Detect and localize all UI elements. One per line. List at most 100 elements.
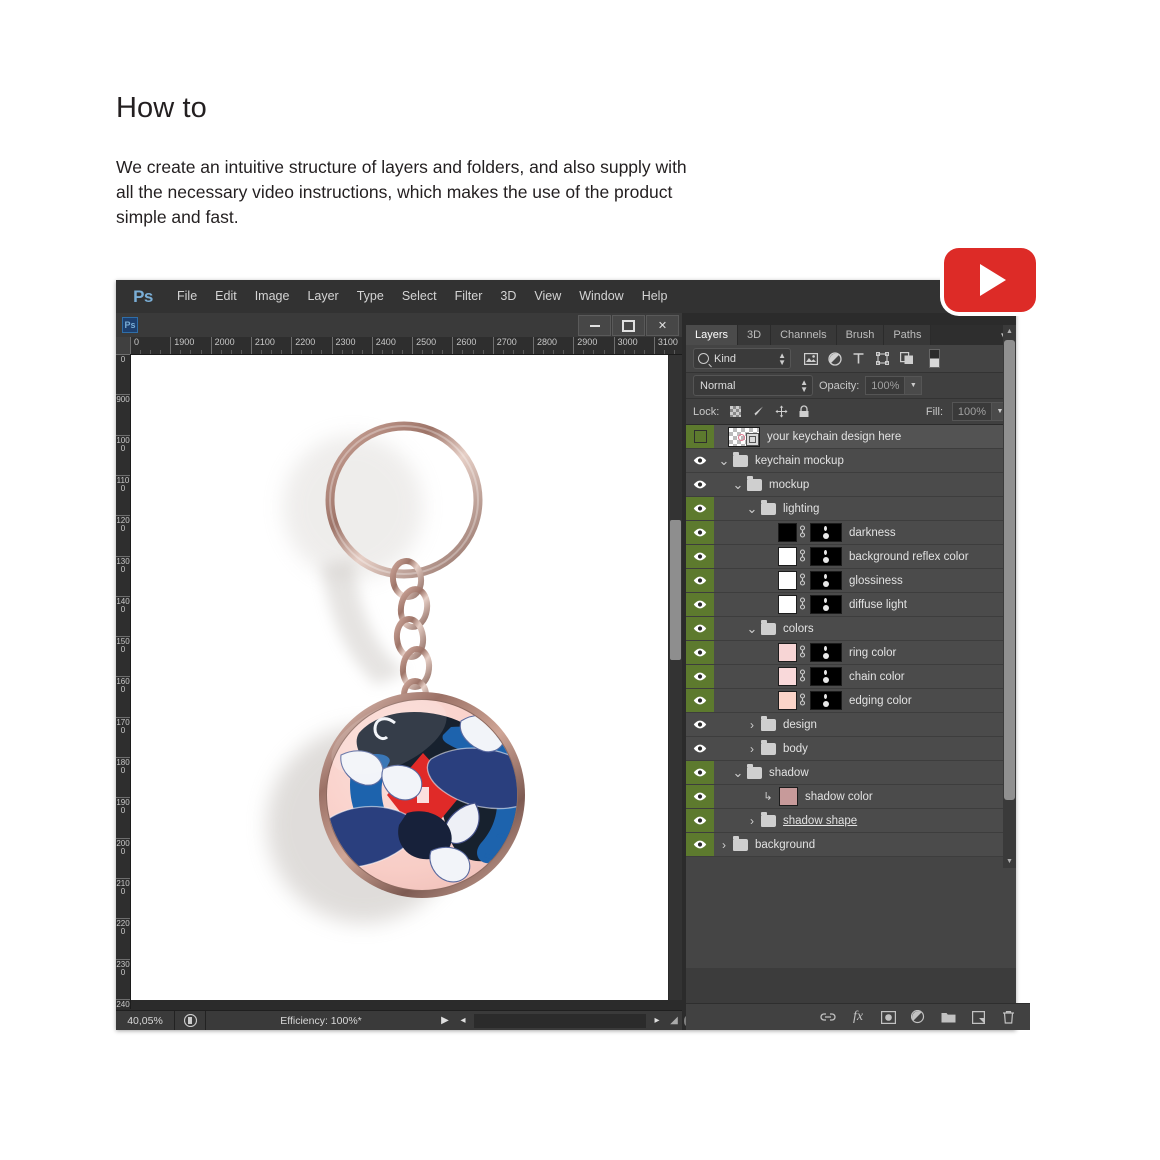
scroll-right-arrow[interactable]: ▸ xyxy=(648,1015,666,1026)
youtube-play-button[interactable] xyxy=(944,248,1036,312)
layer-row[interactable]: › background xyxy=(686,833,1016,857)
layer-color-swatch[interactable] xyxy=(779,787,798,806)
layer-color-swatch[interactable] xyxy=(778,643,797,662)
layer-visibility-toggle[interactable] xyxy=(686,689,714,712)
layer-row-body[interactable]: background reflex color xyxy=(714,545,1016,568)
menu-layer[interactable]: Layer xyxy=(298,280,347,313)
chevron-right-icon[interactable]: › xyxy=(746,742,758,756)
canvas-area[interactable] xyxy=(131,355,668,1000)
layer-visibility-toggle[interactable] xyxy=(686,713,714,736)
layer-list[interactable]: your keychain design here ⌄ keychain mocku… xyxy=(686,425,1016,968)
delete-layer-icon[interactable] xyxy=(1000,1009,1016,1025)
layer-visibility-toggle[interactable] xyxy=(686,449,714,472)
chevron-down-icon[interactable]: ⌄ xyxy=(746,622,758,635)
layer-row-body[interactable]: edging color xyxy=(714,689,1016,712)
layer-row[interactable]: ↳ shadow color xyxy=(686,785,1016,809)
layer-row-body[interactable]: ⌄ colors xyxy=(714,617,1016,640)
layer-name[interactable]: colors xyxy=(783,623,814,635)
menu-help[interactable]: Help xyxy=(633,280,677,313)
layer-row[interactable]: edging color xyxy=(686,689,1016,713)
layer-row-body[interactable]: › design xyxy=(714,713,1016,736)
scroll-left-arrow[interactable]: ◂ xyxy=(454,1015,472,1026)
lock-image-pixels-icon[interactable] xyxy=(751,405,765,419)
layer-visibility-toggle[interactable] xyxy=(686,809,714,832)
layer-mask-thumbnail[interactable] xyxy=(810,643,842,662)
layer-row-body[interactable]: ⌄ lighting xyxy=(714,497,1016,520)
layer-name[interactable]: darkness xyxy=(849,527,896,539)
menu-select[interactable]: Select xyxy=(393,280,446,313)
layer-row[interactable]: chain color xyxy=(686,665,1016,689)
layer-color-swatch[interactable] xyxy=(778,691,797,710)
layer-name[interactable]: mockup xyxy=(769,479,809,491)
menu-file[interactable]: File xyxy=(168,280,206,313)
layer-thumbnail[interactable] xyxy=(728,426,760,447)
layer-row-body[interactable]: diffuse light xyxy=(714,593,1016,616)
opacity-dropdown-icon[interactable]: ▼ xyxy=(905,376,923,395)
layer-row-body[interactable]: ⌄ mockup xyxy=(714,473,1016,496)
layer-row-body[interactable]: › shadow shape xyxy=(714,809,1016,832)
layer-visibility-toggle[interactable] xyxy=(686,593,714,616)
mask-link-icon[interactable] xyxy=(797,668,808,685)
tab-3d[interactable]: 3D xyxy=(738,325,772,345)
layer-row[interactable]: ⌄ lighting xyxy=(686,497,1016,521)
horizontal-ruler[interactable]: 0 1900 2000 2100 2200 2300 2400 2500 2600 2700 280… xyxy=(116,337,682,355)
layers-scrollbar-thumb[interactable] xyxy=(1004,340,1015,800)
chevron-right-icon[interactable]: › xyxy=(718,838,730,852)
layer-row[interactable]: ⌄ keychain mockup xyxy=(686,449,1016,473)
new-adjustment-layer-icon[interactable] xyxy=(910,1009,926,1025)
layer-visibility-toggle[interactable] xyxy=(686,569,714,592)
layer-visibility-toggle[interactable] xyxy=(686,545,714,568)
layer-name[interactable]: shadow color xyxy=(805,791,873,803)
shape-layer-filter-icon[interactable] xyxy=(875,351,890,366)
layer-name[interactable]: shadow shape xyxy=(783,815,857,827)
minimize-button[interactable] xyxy=(578,315,611,336)
chevron-right-icon[interactable]: › xyxy=(746,814,758,828)
mask-link-icon[interactable] xyxy=(797,548,808,565)
document-info-icon[interactable] xyxy=(175,1014,205,1027)
chevron-down-icon[interactable]: ⌄ xyxy=(732,766,744,779)
layer-color-swatch[interactable] xyxy=(778,571,797,590)
tab-layers[interactable]: Layers xyxy=(686,325,739,345)
layer-color-swatch[interactable] xyxy=(778,667,797,686)
layer-row[interactable]: › body xyxy=(686,737,1016,761)
layer-mask-thumbnail[interactable] xyxy=(810,547,842,566)
layer-name[interactable]: shadow xyxy=(769,767,809,779)
menu-type[interactable]: Type xyxy=(348,280,393,313)
menu-view[interactable]: View xyxy=(525,280,570,313)
layer-row[interactable]: background reflex color xyxy=(686,545,1016,569)
lock-all-icon[interactable] xyxy=(797,405,811,419)
layer-row-body[interactable]: › background xyxy=(714,833,1016,856)
layer-name[interactable]: your keychain design here xyxy=(767,431,901,443)
layer-name[interactable]: background xyxy=(755,839,815,851)
layer-visibility-toggle-off[interactable] xyxy=(686,425,714,448)
layer-row[interactable]: › design xyxy=(686,713,1016,737)
filter-toggle-icon[interactable] xyxy=(929,349,940,368)
layer-visibility-toggle[interactable] xyxy=(686,833,714,856)
chevron-down-icon[interactable]: ⌄ xyxy=(718,454,730,467)
layer-row-body[interactable]: glossiness xyxy=(714,569,1016,592)
layer-visibility-toggle[interactable] xyxy=(686,497,714,520)
layer-visibility-toggle[interactable] xyxy=(686,473,714,496)
layer-visibility-toggle[interactable] xyxy=(686,521,714,544)
fill-value[interactable]: 100% xyxy=(952,402,992,421)
scroll-down-arrow[interactable]: ▼ xyxy=(1003,855,1016,868)
tab-channels[interactable]: Channels xyxy=(771,325,837,345)
layer-name[interactable]: keychain mockup xyxy=(755,455,844,467)
chevron-down-icon[interactable]: ⌄ xyxy=(732,478,744,491)
filter-kind-select[interactable]: Kind ▲ ▼ xyxy=(693,348,791,369)
close-button[interactable]: ✕ xyxy=(646,315,679,336)
tab-brush[interactable]: Brush xyxy=(836,325,885,345)
smart-object-filter-icon[interactable] xyxy=(899,351,914,366)
opacity-value[interactable]: 100% xyxy=(865,376,906,395)
new-group-icon[interactable] xyxy=(940,1009,956,1025)
type-layer-filter-icon[interactable] xyxy=(851,351,866,366)
blend-mode-select[interactable]: Normal ▲ ▼ xyxy=(693,375,813,396)
layer-visibility-toggle[interactable] xyxy=(686,617,714,640)
layer-color-swatch[interactable] xyxy=(778,523,797,542)
lock-transparent-pixels-icon[interactable] xyxy=(728,405,742,419)
canvas-vertical-scrollbar[interactable] xyxy=(669,355,682,1000)
layer-color-swatch[interactable] xyxy=(778,595,797,614)
layer-row[interactable]: ⌄ colors xyxy=(686,617,1016,641)
menu-image[interactable]: Image xyxy=(246,280,299,313)
menu-edit[interactable]: Edit xyxy=(206,280,246,313)
